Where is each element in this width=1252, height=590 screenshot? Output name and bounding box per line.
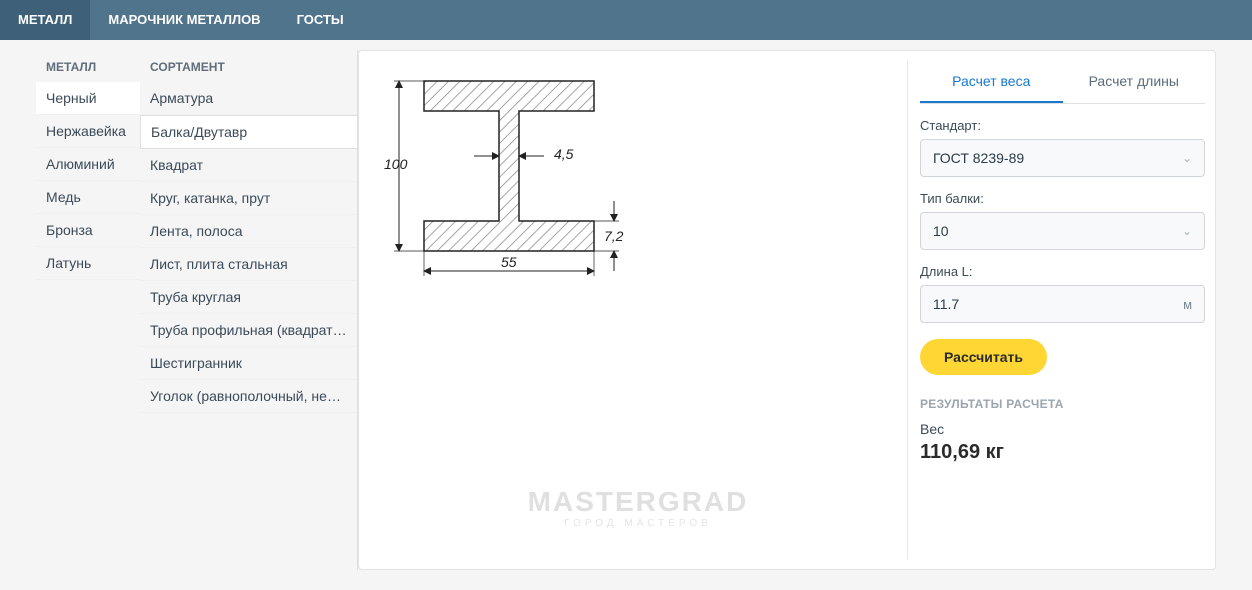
sidebar-sortament-item[interactable]: Арматура [140,82,357,115]
sidebar-metal-header: МЕТАЛЛ [36,50,140,82]
sidebar-sortament-header: СОРТАМЕНТ [140,50,357,82]
sidebar-metal-item[interactable]: Нержавейка [36,115,140,148]
diagram-area: 100 55 4,5 7,2 MASTERGRAD ГОРОД МАСТЕР [369,61,907,559]
sidebar-metal-item[interactable]: Алюминий [36,148,140,181]
sidebar-sortament-item[interactable]: Труба профильная (квадратная /... [140,314,357,347]
sidebar-sortament-item[interactable]: Лента, полоса [140,215,357,248]
sidebar-metal-item[interactable]: Черный [36,82,140,115]
type-select[interactable]: 10 ⌄ [920,212,1205,250]
type-label: Тип балки: [920,191,1205,206]
beam-diagram: 100 55 4,5 7,2 [379,71,639,291]
calculator-panel: Расчет веса Расчет длины Стандарт: ГОСТ … [907,61,1205,559]
watermark-sub: ГОРОД МАСТЕРОВ [528,518,749,529]
length-input-wrap[interactable]: м [920,285,1205,323]
sidebar-metal: МЕТАЛЛ Черный Нержавейка Алюминий Медь Б… [36,50,140,570]
result-value: 110,69 кг [920,441,1205,464]
nav-metal[interactable]: МЕТАЛЛ [0,0,90,40]
top-nav: МЕТАЛЛ МАРОЧНИК МЕТАЛЛОВ ГОСТЫ [0,0,1252,40]
standard-select[interactable]: ГОСТ 8239-89 ⌄ [920,139,1205,177]
calc-tabs: Расчет веса Расчет длины [920,61,1205,104]
results-header: РЕЗУЛЬТАТЫ РАСЧЕТА [920,397,1205,411]
content-panel: 100 55 4,5 7,2 MASTERGRAD ГОРОД МАСТЕР [358,50,1216,570]
nav-marochnik[interactable]: МАРОЧНИК МЕТАЛЛОВ [90,0,278,40]
sidebar-sortament: СОРТАМЕНТ Арматура Балка/Двутавр Квадрат… [140,50,358,570]
sidebar-sortament-item[interactable]: Лист, плита стальная [140,248,357,281]
standard-value: ГОСТ 8239-89 [933,150,1024,166]
type-value: 10 [933,223,949,239]
sidebar-sortament-item[interactable]: Круг, катанка, прут [140,182,357,215]
dim-height: 100 [384,156,408,172]
length-label: Длина L: [920,264,1205,279]
sidebar-sortament-item[interactable]: Шестигранник [140,347,357,380]
sidebar-sortament-item[interactable]: Балка/Двутавр [140,115,357,149]
sidebar-metal-item[interactable]: Медь [36,181,140,214]
dim-width: 55 [501,254,517,270]
length-input[interactable] [933,296,1183,312]
standard-label: Стандарт: [920,118,1205,133]
tab-length[interactable]: Расчет длины [1063,61,1206,103]
dim-flange: 7,2 [604,228,624,244]
dim-web: 4,5 [554,146,574,162]
sidebar-sortament-item[interactable]: Труба круглая [140,281,357,314]
watermark: MASTERGRAD ГОРОД МАСТЕРОВ [528,486,749,529]
chevron-down-icon: ⌄ [1182,224,1192,238]
chevron-down-icon: ⌄ [1182,151,1192,165]
tab-weight[interactable]: Расчет веса [920,61,1063,103]
sidebar-sortament-item[interactable]: Квадрат [140,149,357,182]
sidebar-sortament-item[interactable]: Уголок (равнополочный, неравн... [140,380,357,413]
nav-gosty[interactable]: ГОСТЫ [279,0,362,40]
watermark-main: MASTERGRAD [528,486,749,518]
sidebar-metal-item[interactable]: Латунь [36,247,140,280]
length-unit: м [1183,297,1192,312]
sidebar-metal-item[interactable]: Бронза [36,214,140,247]
result-label: Вес [920,421,1205,437]
calculate-button[interactable]: Рассчитать [920,339,1047,375]
